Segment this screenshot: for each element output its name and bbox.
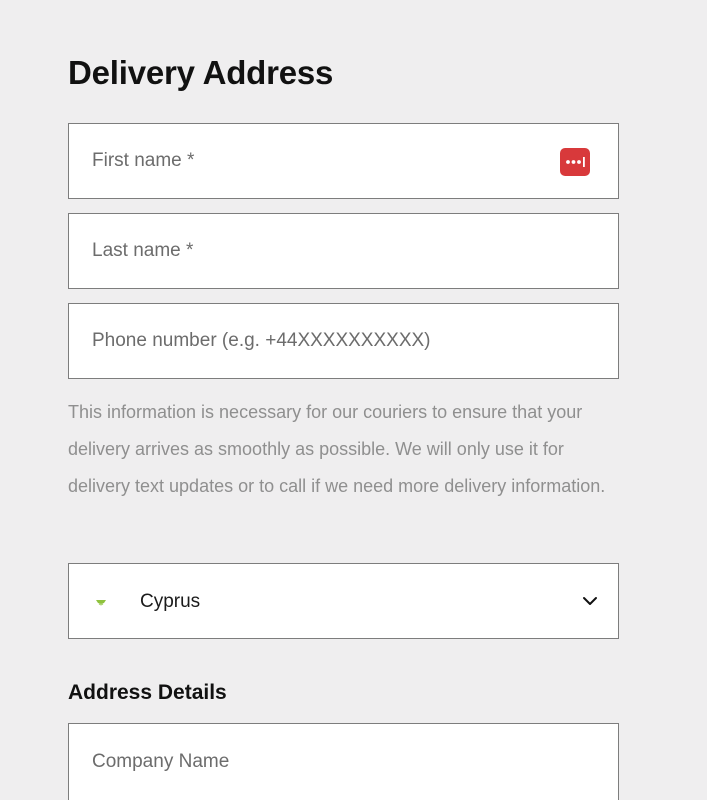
phone-helper-text: This information is necessary for our co… — [68, 402, 606, 496]
company-name-input[interactable] — [69, 724, 618, 800]
country-select[interactable]: Cyprus — [68, 563, 619, 639]
first-name-field-container — [68, 123, 619, 199]
last-name-field-container — [68, 213, 619, 289]
chevron-down-icon — [582, 593, 598, 614]
phone-field-container — [68, 303, 619, 379]
last-name-input[interactable] — [69, 214, 618, 288]
delivery-address-page: Delivery Address This information is nec… — [0, 0, 707, 800]
address-details-heading: Address Details — [68, 681, 227, 704]
password-manager-icon[interactable] — [560, 148, 590, 176]
company-name-field-container — [68, 723, 619, 800]
phone-number-input[interactable] — [69, 304, 618, 378]
first-name-input[interactable] — [69, 124, 618, 198]
country-selected-value: Cyprus — [140, 591, 201, 612]
cyprus-flag-icon — [94, 595, 108, 613]
page-title: Delivery Address — [68, 54, 334, 91]
